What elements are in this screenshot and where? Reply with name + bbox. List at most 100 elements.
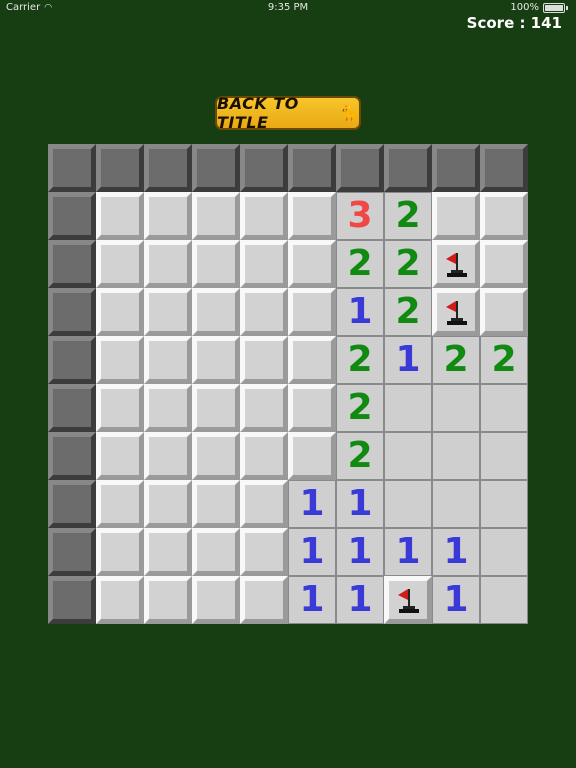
mine-count: 2 [347, 339, 373, 380]
unrevealed-tile[interactable] [432, 192, 480, 240]
unrevealed-tile[interactable] [288, 192, 336, 240]
revealed-number-tile: 2 [432, 336, 480, 384]
revealed-number-tile: 1 [336, 480, 384, 528]
border-tile [144, 144, 192, 192]
revealed-number-tile: 1 [384, 336, 432, 384]
unrevealed-tile[interactable] [192, 192, 240, 240]
unrevealed-tile[interactable] [144, 288, 192, 336]
flagged-tile[interactable] [432, 288, 480, 336]
unrevealed-tile[interactable] [96, 528, 144, 576]
unrevealed-tile[interactable] [192, 384, 240, 432]
revealed-number-tile: 2 [336, 240, 384, 288]
unrevealed-tile[interactable] [240, 240, 288, 288]
revealed-empty-tile [384, 432, 432, 480]
mine-count: 2 [395, 291, 421, 332]
unrevealed-tile[interactable] [96, 576, 144, 624]
unrevealed-tile[interactable] [240, 576, 288, 624]
battery-indicator: 100% [510, 2, 568, 13]
revealed-number-tile: 2 [336, 384, 384, 432]
border-tile [240, 144, 288, 192]
border-tile [192, 144, 240, 192]
border-tile [48, 240, 96, 288]
battery-percent: 100% [510, 2, 539, 13]
revealed-number-tile: 1 [432, 576, 480, 624]
unrevealed-tile[interactable] [96, 384, 144, 432]
revealed-number-tile: 2 [336, 432, 384, 480]
revealed-number-tile: 1 [288, 480, 336, 528]
revealed-number-tile: 1 [288, 528, 336, 576]
unrevealed-tile[interactable] [240, 336, 288, 384]
unrevealed-tile[interactable] [240, 480, 288, 528]
revealed-number-tile: 2 [480, 336, 528, 384]
revealed-number-tile: 2 [384, 288, 432, 336]
unrevealed-tile[interactable] [192, 240, 240, 288]
border-tile [96, 144, 144, 192]
unrevealed-tile[interactable] [240, 384, 288, 432]
unrevealed-tile[interactable] [144, 480, 192, 528]
mine-count: 1 [299, 483, 325, 524]
mine-count: 1 [443, 531, 469, 572]
flag-icon [398, 589, 419, 613]
border-tile [336, 144, 384, 192]
unrevealed-tile[interactable] [288, 240, 336, 288]
revealed-number-tile: 1 [336, 288, 384, 336]
mine-count: 1 [395, 339, 421, 380]
revealed-empty-tile [480, 384, 528, 432]
unrevealed-tile[interactable] [240, 192, 288, 240]
unrevealed-tile[interactable] [96, 432, 144, 480]
border-tile [384, 144, 432, 192]
unrevealed-tile[interactable] [240, 288, 288, 336]
unrevealed-tile[interactable] [192, 288, 240, 336]
revealed-number-tile: 1 [336, 576, 384, 624]
unrevealed-tile[interactable] [288, 384, 336, 432]
unrevealed-tile[interactable] [480, 192, 528, 240]
unrevealed-tile[interactable] [144, 192, 192, 240]
revealed-number-tile: 3 [336, 192, 384, 240]
revealed-empty-tile [480, 528, 528, 576]
unrevealed-tile[interactable] [96, 480, 144, 528]
unrevealed-tile[interactable] [144, 528, 192, 576]
revealed-number-tile: 2 [336, 336, 384, 384]
unrevealed-tile[interactable] [192, 480, 240, 528]
unrevealed-tile[interactable] [96, 192, 144, 240]
unrevealed-tile[interactable] [144, 432, 192, 480]
unrevealed-tile[interactable] [192, 528, 240, 576]
revealed-number-tile: 2 [384, 192, 432, 240]
revealed-empty-tile [480, 576, 528, 624]
flagged-tile[interactable] [432, 240, 480, 288]
unrevealed-tile[interactable] [192, 576, 240, 624]
unrevealed-tile[interactable] [240, 432, 288, 480]
unrevealed-tile[interactable] [144, 576, 192, 624]
revealed-number-tile: 1 [336, 528, 384, 576]
unrevealed-tile[interactable] [288, 288, 336, 336]
border-tile [48, 528, 96, 576]
border-tile [480, 144, 528, 192]
unrevealed-tile[interactable] [192, 336, 240, 384]
unrevealed-tile[interactable] [192, 432, 240, 480]
unrevealed-tile[interactable] [96, 336, 144, 384]
unrevealed-tile[interactable] [144, 336, 192, 384]
border-tile [288, 144, 336, 192]
back-to-title-button[interactable]: BACK TO TITLE 🐈 [215, 94, 361, 132]
unrevealed-tile[interactable] [240, 528, 288, 576]
unrevealed-tile[interactable] [288, 432, 336, 480]
mine-count: 1 [395, 531, 421, 572]
border-tile [432, 144, 480, 192]
border-tile [48, 192, 96, 240]
mine-count: 2 [491, 339, 517, 380]
revealed-number-tile: 1 [432, 528, 480, 576]
unrevealed-tile[interactable] [480, 240, 528, 288]
mine-count: 2 [395, 195, 421, 236]
unrevealed-tile[interactable] [96, 288, 144, 336]
unrevealed-tile[interactable] [288, 336, 336, 384]
border-tile [48, 432, 96, 480]
unrevealed-tile[interactable] [96, 240, 144, 288]
border-tile [48, 144, 96, 192]
flagged-tile[interactable] [384, 576, 432, 624]
unrevealed-tile[interactable] [144, 240, 192, 288]
border-tile [48, 336, 96, 384]
unrevealed-tile[interactable] [480, 288, 528, 336]
mine-count: 2 [347, 243, 373, 284]
unrevealed-tile[interactable] [144, 384, 192, 432]
flag-icon [446, 301, 467, 325]
